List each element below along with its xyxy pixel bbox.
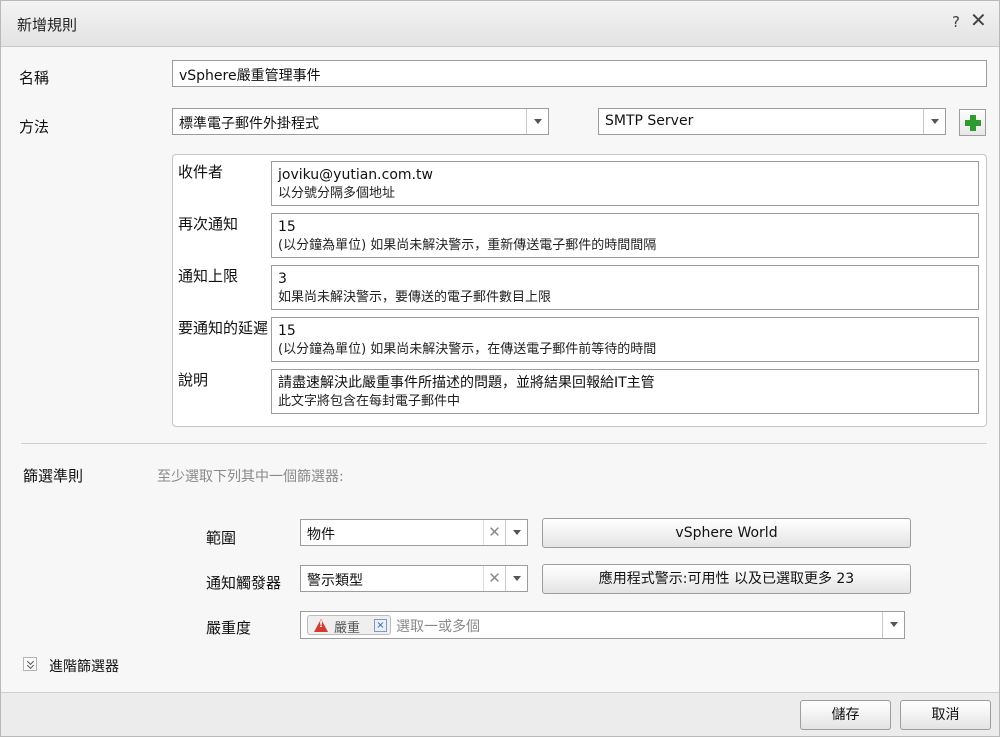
section-divider [21,443,987,444]
notify-limit-hint: 如果尚未解決警示，要傳送的電子郵件數目上限 [278,290,552,305]
notify-limit-field[interactable]: 3 如果尚未解決警示，要傳送的電子郵件數目上限 [271,265,979,310]
notify-delay-value: 15 [278,323,296,339]
recipients-field[interactable]: joviku@yutian.com.tw 以分號分隔多個地址 [271,161,979,206]
description-value: 請盡速解決此嚴重事件所描述的問題，並將結果回報給IT主管 [278,375,655,391]
clear-icon[interactable]: ✕ [483,520,505,545]
add-server-button[interactable] [959,109,986,136]
smtp-server-value: SMTP Server [605,113,694,129]
smtp-server-select[interactable]: SMTP Server [598,108,946,135]
renotify-value: 15 [278,219,296,235]
renotify-field[interactable]: 15 (以分鐘為單位) 如果尚未解決警示，重新傳送電子郵件的時間間隔 [271,213,979,258]
recipients-label: 收件者 [178,163,224,181]
close-icon[interactable]: ✕ [970,10,987,30]
new-rule-dialog: 新增規則 ? ✕ 名稱 vSphere嚴重管理事件 方法 標準電子郵件外掛程式 … [0,0,1000,737]
description-label: 說明 [178,371,209,389]
severity-label: 嚴重度 [206,619,252,637]
recipients-hint: 以分號分隔多個地址 [278,186,396,201]
scope-value: 物件 [307,527,335,543]
name-label: 名稱 [19,69,50,87]
severity-multiselect[interactable]: ! 嚴重 × 選取一或多個 [300,611,905,639]
renotify-hint: (以分鐘為單位) 如果尚未解決警示，重新傳送電子郵件的時間間隔 [278,238,657,253]
save-button[interactable]: 儲存 [800,700,891,730]
chevron-down-icon[interactable] [882,612,904,638]
trigger-select[interactable]: 警示類型 ✕ [300,565,528,592]
method-label: 方法 [19,118,50,136]
recipients-value: joviku@yutian.com.tw [278,167,433,183]
notify-delay-hint: (以分鐘為單位) 如果尚未解決警示，在傳送電子郵件前等待的時間 [278,342,657,357]
dialog-footer: 儲存 取消 [1,692,999,736]
notify-delay-field[interactable]: 15 (以分鐘為單位) 如果尚未解決警示，在傳送電子郵件前等待的時間 [271,317,979,362]
chevron-down-icon[interactable] [923,109,945,134]
scope-label: 範圍 [206,529,237,547]
description-hint: 此文字將包含在每封電子郵件中 [278,394,461,409]
dialog-title: 新增規則 [17,16,78,34]
clear-icon[interactable]: ✕ [483,566,505,591]
alarm-selection-button[interactable]: 應用程式警示:可用性 以及已選取更多 23 [542,564,911,594]
trigger-value: 警示類型 [307,573,363,589]
scope-select[interactable]: 物件 ✕ [300,519,528,546]
notify-limit-label: 通知上限 [178,267,239,285]
filter-criteria-label: 篩選準則 [23,467,84,485]
cancel-button[interactable]: 取消 [900,700,991,730]
description-field[interactable]: 請盡速解決此嚴重事件所描述的問題，並將結果回報給IT主管 此文字將包含在每封電子… [271,369,979,414]
notify-delay-label: 要通知的延遲 [178,319,269,337]
help-icon[interactable]: ? [952,13,960,31]
remove-chip-icon[interactable]: × [374,619,387,632]
notify-limit-value: 3 [278,271,287,287]
name-input[interactable]: vSphere嚴重管理事件 [172,60,987,87]
chevron-down-icon[interactable] [526,109,548,134]
method-select[interactable]: 標準電子郵件外掛程式 [172,108,549,135]
renotify-label: 再次通知 [178,215,239,233]
scope-target-button[interactable]: vSphere World [542,518,911,548]
dialog-titlebar: 新增規則 ? ✕ [1,1,999,47]
chevron-down-icon[interactable] [505,520,527,545]
severity-placeholder: 選取一或多個 [396,619,480,635]
method-select-value: 標準電子郵件外掛程式 [179,116,319,132]
trigger-label: 通知觸發器 [206,574,282,592]
severity-chip-critical: ! 嚴重 × [307,615,391,636]
severity-chip-label: 嚴重 [334,621,361,636]
advanced-filters-label: 進階篩選器 [49,659,119,675]
filter-hint: 至少選取下列其中一個篩選器: [157,469,344,485]
double-chevron-down-icon [23,657,37,671]
chevron-down-icon[interactable] [505,566,527,591]
